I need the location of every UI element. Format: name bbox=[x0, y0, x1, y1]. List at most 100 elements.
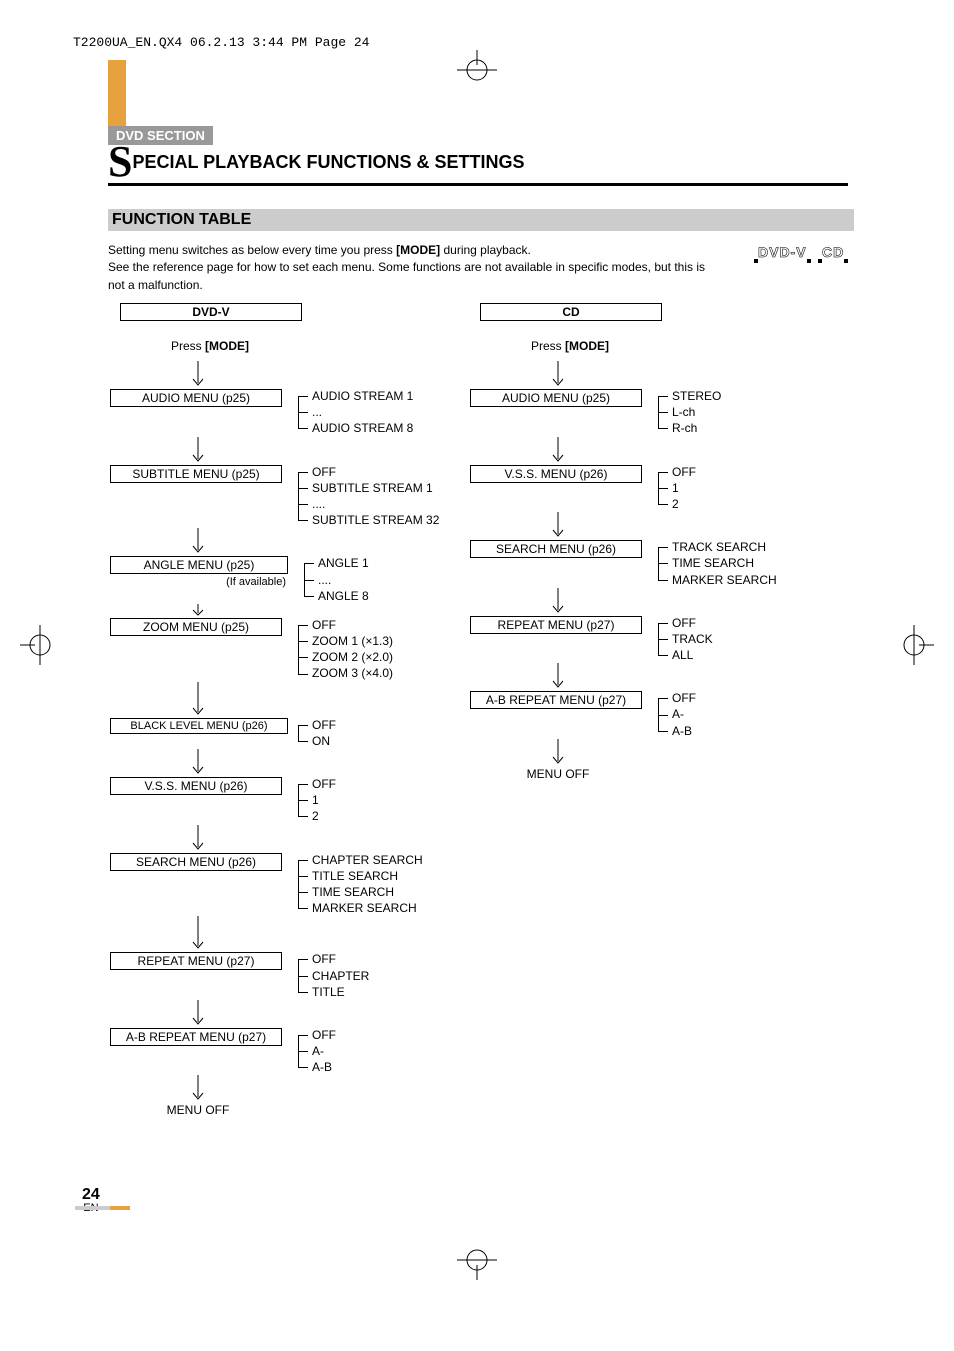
title-dropcap: S bbox=[108, 137, 132, 186]
opt: OFF bbox=[650, 690, 830, 706]
opt: .... bbox=[290, 496, 470, 512]
opt: OFF bbox=[290, 951, 470, 967]
opt: TIME SEARCH bbox=[650, 555, 830, 571]
zoom-menu-options: OFF ZOOM 1 (×1.3) ZOOM 2 (×2.0) ZOOM 3 (… bbox=[290, 617, 470, 682]
opt: OFF bbox=[650, 464, 830, 480]
intro-text-2: during playback. bbox=[440, 243, 531, 257]
opt: ON bbox=[290, 733, 470, 749]
opt: ... bbox=[290, 404, 470, 420]
opt: A- bbox=[290, 1043, 470, 1059]
cd-repeat-options: OFF TRACK ALL bbox=[650, 615, 830, 664]
page-number-value: 24 bbox=[82, 1186, 100, 1203]
press-text: Press bbox=[531, 339, 565, 353]
disc-icons: DVD-V CD bbox=[755, 242, 852, 262]
page-title: SPECIAL PLAYBACK FUNCTIONS & SETTINGS bbox=[108, 144, 848, 186]
cd-audio-options: STEREO L-ch R-ch bbox=[650, 388, 830, 437]
repeat-menu-box: REPEAT MENU (p27) bbox=[110, 952, 282, 970]
ab-repeat-menu-options: OFF A- A-B bbox=[290, 1027, 470, 1076]
opt: ZOOM 1 (×1.3) bbox=[290, 633, 470, 649]
vss-menu-box: V.S.S. MENU (p26) bbox=[110, 777, 282, 795]
crop-mark-left bbox=[20, 625, 60, 665]
cd-column: CD Press [MODE] AUDIO MENU (p25) STEREO … bbox=[470, 303, 830, 781]
opt: AUDIO STREAM 1 bbox=[290, 388, 470, 404]
search-menu-options: CHAPTER SEARCH TITLE SEARCH TIME SEARCH … bbox=[290, 852, 470, 917]
title-rest: PECIAL PLAYBACK FUNCTIONS & SETTINGS bbox=[132, 152, 524, 172]
dvdv-disc-label: DVD-V bbox=[120, 303, 302, 321]
opt: CHAPTER bbox=[290, 968, 470, 984]
crop-mark-right bbox=[894, 625, 934, 665]
dvdv-icon: DVD-V bbox=[755, 242, 810, 262]
angle-menu-box: ANGLE MENU (p25) bbox=[110, 556, 288, 574]
crop-mark-top bbox=[457, 50, 497, 90]
opt: CHAPTER SEARCH bbox=[290, 852, 470, 868]
opt: TRACK bbox=[650, 631, 830, 647]
intro-text-1: Setting menu switches as below every tim… bbox=[108, 243, 396, 257]
cd-disc-label: CD bbox=[480, 303, 662, 321]
press-text: Press bbox=[171, 339, 205, 353]
menu-off: MENU OFF bbox=[110, 1103, 286, 1117]
cd-vss-options: OFF 1 2 bbox=[650, 464, 830, 513]
print-header: T2200UA_EN.QX4 06.2.13 3:44 PM Page 24 bbox=[73, 35, 369, 50]
opt: TITLE SEARCH bbox=[290, 868, 470, 884]
cd-search-menu-box: SEARCH MENU (p26) bbox=[470, 540, 642, 558]
angle-menu-options: ANGLE 1 .... ANGLE 8 bbox=[296, 555, 476, 604]
opt: OFF bbox=[290, 617, 470, 633]
opt: OFF bbox=[650, 615, 830, 631]
opt: OFF bbox=[290, 464, 470, 480]
opt: STEREO bbox=[650, 388, 830, 404]
cd-ab-repeat-menu-box: A-B REPEAT MENU (p27) bbox=[470, 691, 642, 709]
opt: R-ch bbox=[650, 420, 830, 436]
cd-vss-menu-box: V.S.S. MENU (p26) bbox=[470, 465, 642, 483]
black-level-menu-box: BLACK LEVEL MENU (p26) bbox=[110, 718, 288, 734]
opt: ANGLE 8 bbox=[296, 588, 476, 604]
opt: MARKER SEARCH bbox=[290, 900, 470, 916]
repeat-menu-options: OFF CHAPTER TITLE bbox=[290, 951, 470, 1000]
dvdv-column: DVD-V Press [MODE] AUDIO MENU (p25) AUDI… bbox=[110, 303, 470, 1117]
mode-key: [MODE] bbox=[565, 339, 609, 353]
opt: A-B bbox=[650, 723, 830, 739]
cd-press-line: Press [MODE] bbox=[470, 339, 670, 353]
page-num-orange-bar bbox=[110, 1206, 130, 1210]
dvdv-press-line: Press [MODE] bbox=[110, 339, 310, 353]
opt: ZOOM 3 (×4.0) bbox=[290, 665, 470, 681]
cd-ab-repeat-options: OFF A- A-B bbox=[650, 690, 830, 739]
opt: ANGLE 1 bbox=[296, 555, 476, 571]
cd-search-options: TRACK SEARCH TIME SEARCH MARKER SEARCH bbox=[650, 539, 830, 588]
opt: 2 bbox=[650, 496, 830, 512]
subheading: FUNCTION TABLE bbox=[108, 209, 854, 231]
zoom-menu-box: ZOOM MENU (p25) bbox=[110, 618, 282, 636]
opt: MARKER SEARCH bbox=[650, 572, 830, 588]
opt: AUDIO STREAM 8 bbox=[290, 420, 470, 436]
if-available-note: (If available) bbox=[110, 576, 286, 588]
opt: A- bbox=[650, 706, 830, 722]
opt: 2 bbox=[290, 808, 470, 824]
opt: .... bbox=[296, 572, 476, 588]
opt: 1 bbox=[650, 480, 830, 496]
opt: OFF bbox=[290, 1027, 470, 1043]
opt: L-ch bbox=[650, 404, 830, 420]
mode-key: [MODE] bbox=[205, 339, 249, 353]
intro-text: Setting menu switches as below every tim… bbox=[108, 242, 708, 294]
opt: TITLE bbox=[290, 984, 470, 1000]
opt: ALL bbox=[650, 647, 830, 663]
menu-off: MENU OFF bbox=[470, 767, 646, 781]
opt: OFF bbox=[290, 776, 470, 792]
opt: TRACK SEARCH bbox=[650, 539, 830, 555]
cd-icon: CD bbox=[819, 242, 847, 262]
page-num-gray-bar bbox=[75, 1206, 110, 1210]
opt: SUBTITLE STREAM 32 bbox=[290, 512, 470, 528]
crop-mark-bottom bbox=[457, 1240, 497, 1280]
opt: OFF bbox=[290, 717, 470, 733]
vss-menu-options: OFF 1 2 bbox=[290, 776, 470, 825]
opt: ZOOM 2 (×2.0) bbox=[290, 649, 470, 665]
black-level-options: OFF ON bbox=[290, 717, 470, 749]
audio-menu-box: AUDIO MENU (p25) bbox=[110, 389, 282, 407]
intro-text-3: See the reference page for how to set ea… bbox=[108, 260, 705, 291]
subtitle-menu-options: OFF SUBTITLE STREAM 1 .... SUBTITLE STRE… bbox=[290, 464, 470, 529]
opt: A-B bbox=[290, 1059, 470, 1075]
opt: 1 bbox=[290, 792, 470, 808]
cd-audio-menu-box: AUDIO MENU (p25) bbox=[470, 389, 642, 407]
opt: SUBTITLE STREAM 1 bbox=[290, 480, 470, 496]
opt: TIME SEARCH bbox=[290, 884, 470, 900]
audio-menu-options: AUDIO STREAM 1 ... AUDIO STREAM 8 bbox=[290, 388, 470, 437]
